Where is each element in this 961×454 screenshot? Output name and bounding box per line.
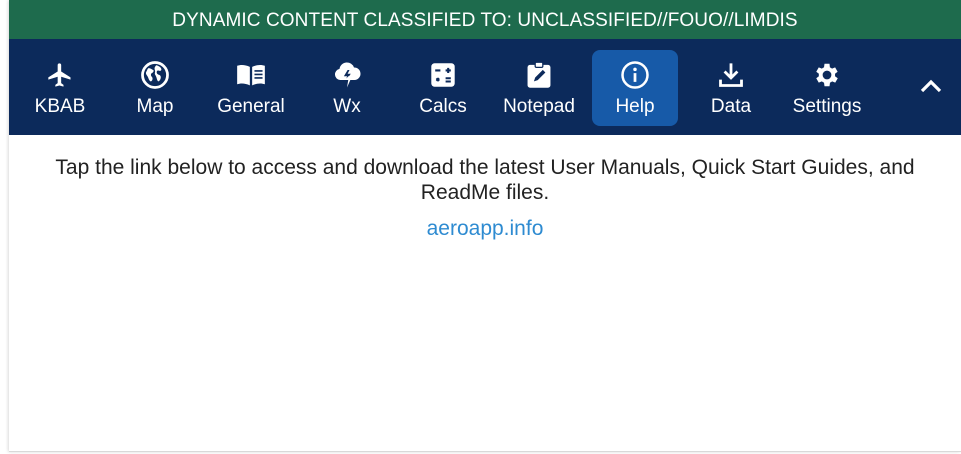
- tab-kbab[interactable]: KBAB: [17, 50, 103, 126]
- globe-icon: [140, 61, 170, 89]
- help-content: Tap the link below to access and downloa…: [9, 155, 961, 241]
- main-toolbar: KBAB Map General Wx Calcs Notepad Help D…: [9, 39, 961, 135]
- tab-label: Data: [710, 96, 752, 117]
- tab-label: Map: [136, 96, 174, 117]
- gear-icon: [812, 61, 842, 89]
- aeroapp-info-link[interactable]: aeroapp.info: [427, 217, 544, 241]
- collapse-toolbar-button[interactable]: [915, 72, 947, 104]
- tab-calcs[interactable]: Calcs: [400, 50, 486, 126]
- tab-label: KBAB: [34, 96, 86, 117]
- tab-label: Calcs: [419, 96, 467, 117]
- chevron-up-icon: [919, 78, 943, 99]
- tab-label: Help: [615, 96, 655, 117]
- calculator-icon: [428, 61, 458, 89]
- tab-general[interactable]: General: [208, 50, 294, 126]
- tab-label: Notepad: [503, 96, 575, 117]
- info-icon: [620, 61, 650, 89]
- classification-banner: DYNAMIC CONTENT CLASSIFIED TO: UNCLASSIF…: [9, 0, 961, 39]
- app-window: DYNAMIC CONTENT CLASSIFIED TO: UNCLASSIF…: [9, 0, 961, 452]
- tab-notepad[interactable]: Notepad: [496, 50, 582, 126]
- tab-label: Wx: [333, 96, 361, 117]
- tab-data[interactable]: Data: [688, 50, 774, 126]
- tab-help[interactable]: Help: [592, 50, 678, 126]
- tab-map[interactable]: Map: [112, 50, 198, 126]
- download-icon: [716, 61, 746, 89]
- book-icon: [236, 61, 266, 89]
- tab-label: General: [217, 96, 285, 117]
- airplane-icon: [45, 61, 75, 89]
- tab-wx[interactable]: Wx: [304, 50, 390, 126]
- tab-label: Settings: [792, 96, 862, 117]
- help-intro-text: Tap the link below to access and downloa…: [55, 156, 915, 204]
- storm-cloud-icon: [332, 61, 362, 89]
- notepad-icon: [524, 61, 554, 89]
- tab-settings[interactable]: Settings: [784, 50, 870, 126]
